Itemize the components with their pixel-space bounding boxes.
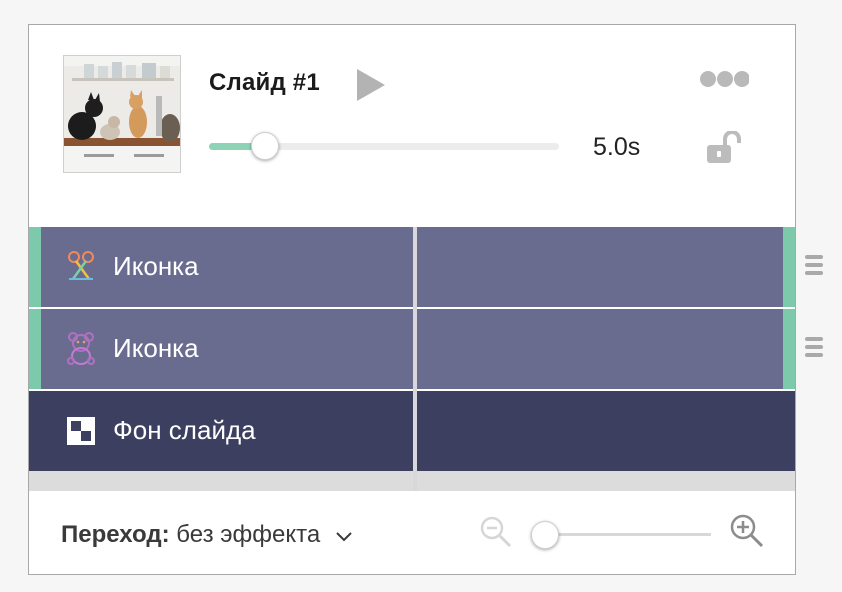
layer-label-cell[interactable]: Иконка	[29, 309, 413, 389]
slide-thumbnail[interactable]	[63, 55, 181, 173]
scissors-icon	[65, 249, 97, 283]
layer-timeline-cell[interactable]	[417, 309, 795, 389]
teddy-bear-icon	[65, 331, 97, 365]
transition-dropdown[interactable]: Переход: без эффекта	[61, 521, 353, 550]
layer-label: Иконка	[113, 251, 199, 281]
transition-value: без эффекта	[176, 521, 321, 548]
play-button[interactable]	[355, 68, 387, 102]
layer-row[interactable]: Иконка	[29, 227, 795, 307]
background-icon	[65, 413, 97, 447]
layer-accent-bar	[783, 309, 795, 389]
duration-value: 5.0s	[593, 133, 641, 161]
unlock-icon	[707, 130, 741, 163]
drag-handle[interactable]	[805, 255, 823, 281]
layer-timeline-cell[interactable]	[417, 227, 795, 307]
layer-label: Иконка	[113, 333, 199, 363]
more-options-button[interactable]	[699, 68, 750, 90]
layer-timeline-cell[interactable]	[417, 391, 795, 471]
layer-accent-bar	[783, 227, 795, 307]
layers-list-footer	[29, 471, 795, 491]
slide-title: Слайд #1	[209, 69, 320, 96]
zoom-out-icon	[480, 516, 512, 548]
zoom-in-button[interactable]	[729, 513, 765, 549]
chevron-down-icon	[335, 522, 353, 550]
timeline-divider	[413, 227, 417, 491]
more-dots-icon	[700, 71, 750, 87]
layer-accent-bar	[29, 309, 41, 389]
duration-slider[interactable]	[209, 132, 559, 160]
layer-label: Фон слайда	[113, 415, 256, 445]
duration-slider-knob[interactable]	[251, 132, 279, 160]
transition-label: Переход:	[61, 521, 170, 548]
zoom-slider-knob[interactable]	[531, 521, 559, 549]
layer-accent-bar	[29, 227, 41, 307]
layer-label-cell[interactable]: Фон слайда	[29, 391, 413, 471]
play-icon	[357, 69, 385, 101]
background-layer-row[interactable]: Фон слайда	[29, 391, 795, 471]
lock-toggle-button[interactable]	[705, 130, 743, 163]
slide-panel: Слайд #1 5.0s Иконка Иконка Фон слайда П…	[28, 24, 823, 575]
zoom-in-icon	[730, 514, 764, 548]
layer-label-cell[interactable]: Иконка	[29, 227, 413, 307]
zoom-out-button[interactable]	[479, 515, 513, 549]
layer-row[interactable]: Иконка	[29, 309, 795, 389]
zoom-slider[interactable]	[543, 533, 711, 536]
drag-handle[interactable]	[805, 337, 823, 363]
